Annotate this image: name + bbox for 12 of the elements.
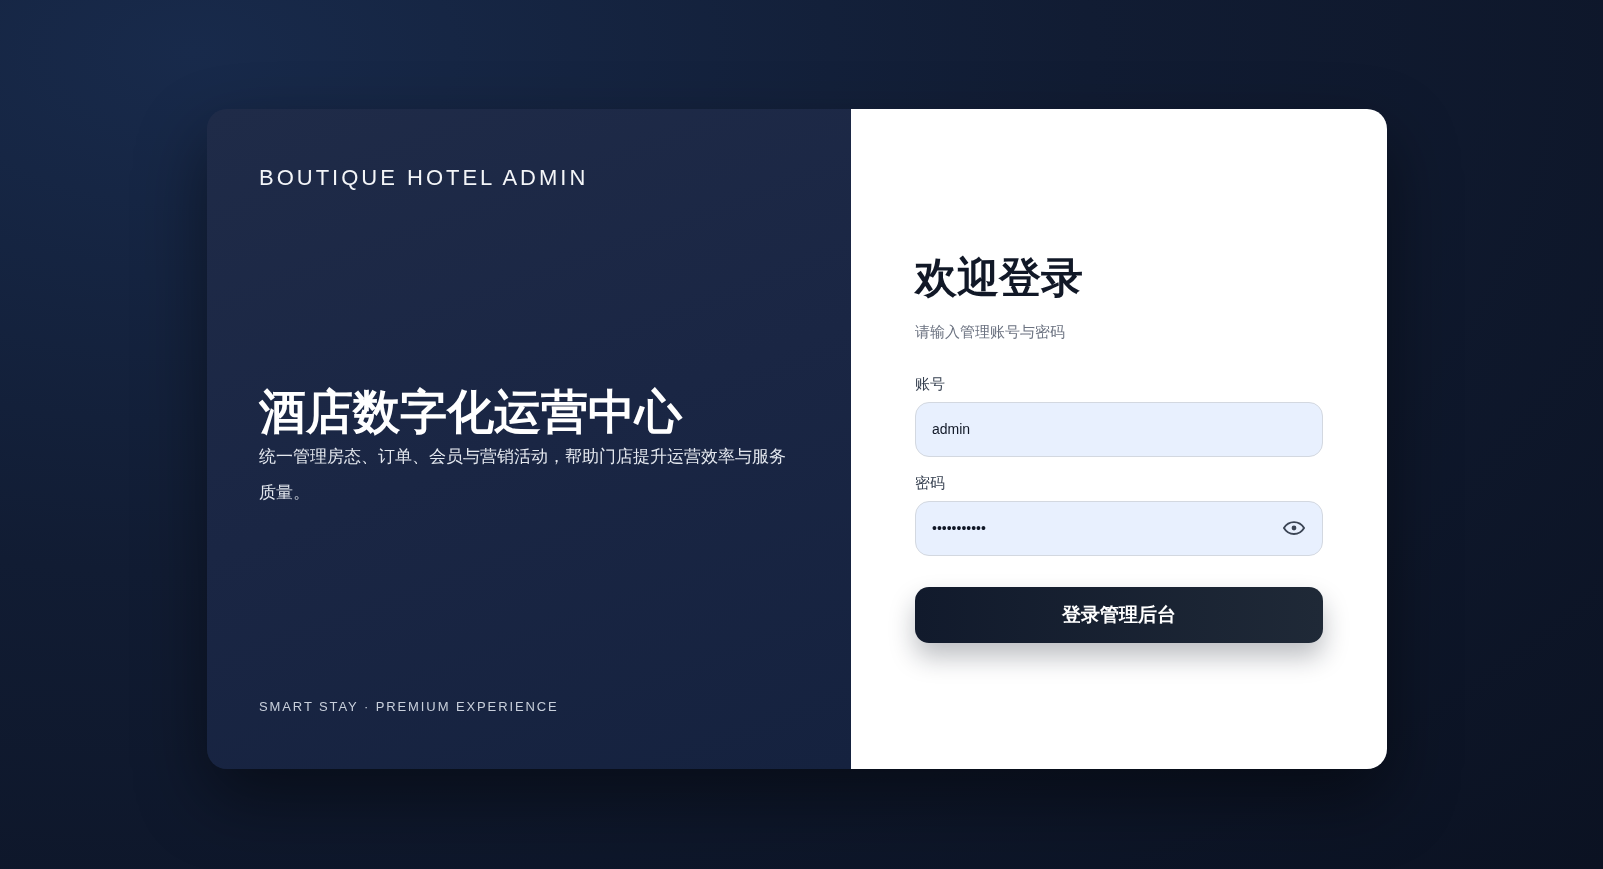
tagline: SMART STAY · PREMIUM EXPERIENCE [259, 699, 559, 714]
hero-heading: 酒店数字化运营中心 [259, 386, 682, 438]
eye-icon[interactable] [1283, 520, 1305, 535]
field-label: 密码 [915, 472, 945, 493]
account-field[interactable]: admin [915, 401, 1323, 457]
form-title: 欢迎登录 [915, 253, 1083, 302]
brand-title: BOUTIQUE HOTEL ADMIN [259, 165, 589, 191]
field-label: 账号 [915, 373, 945, 394]
password-field[interactable]: ••••••••••• [915, 500, 1323, 556]
login-button[interactable]: 登录管理后台 [915, 586, 1323, 643]
hero-description: 统一管理房态、订单、会员与营销活动，帮助门店提升运营效率与服务质量。 [259, 444, 787, 504]
form-subtitle: 请输入管理账号与密码 [915, 321, 1065, 342]
